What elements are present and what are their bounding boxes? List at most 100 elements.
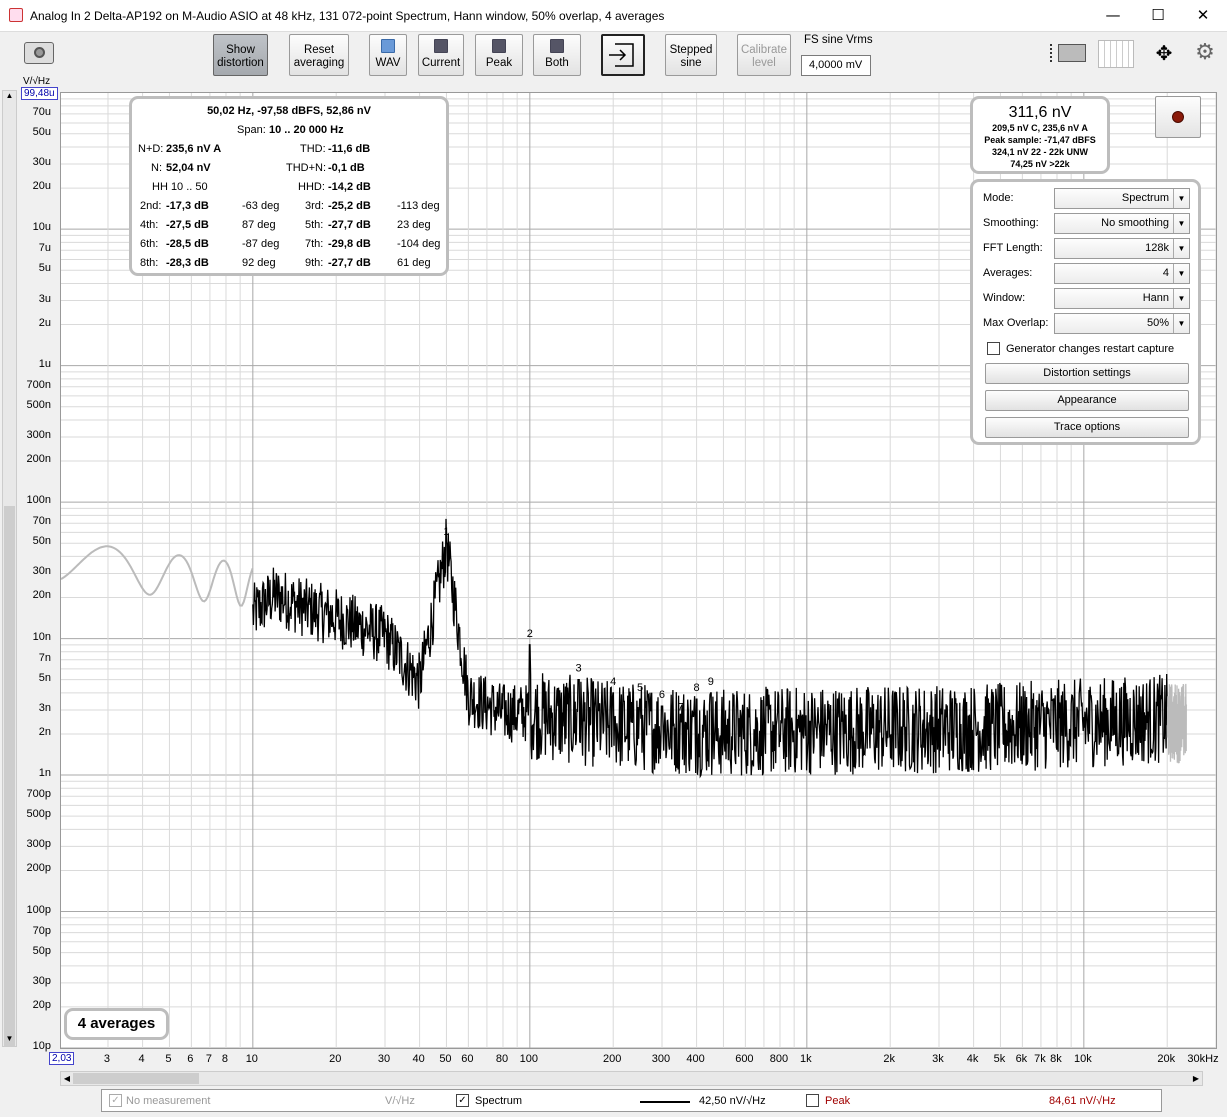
chevron-down-icon[interactable]: ▼ <box>1173 289 1189 308</box>
measurement-line2: Peak sample: -71,47 dBFS <box>984 135 1096 145</box>
generator-restart-label: Generator changes restart capture <box>1006 343 1175 355</box>
save-peak-button[interactable]: Peak <box>475 34 523 76</box>
harmonic-v2: -25,2 dB <box>328 200 371 212</box>
x-tick-label: 400 <box>686 1053 705 1065</box>
setting-label: FFT Length: <box>983 242 1043 254</box>
stepped-sine-button[interactable]: Stepped sine <box>665 34 717 76</box>
chevron-down-icon[interactable]: ▼ <box>1173 239 1189 258</box>
move-arrows-icon[interactable]: ✥ <box>1146 40 1182 68</box>
y-unit-label: V/√Hz <box>23 76 51 87</box>
x-tick-label: 4 <box>138 1053 145 1065</box>
fs-sine-input[interactable]: 4,0000 mV <box>801 55 871 76</box>
record-button[interactable] <box>1155 96 1201 138</box>
setting-dropdown[interactable]: No smoothing ▼ <box>1054 213 1190 234</box>
harmonic-v1: -27,5 dB <box>166 219 209 231</box>
setting-row: Max Overlap: 50% ▼ <box>983 313 1193 334</box>
y-tick-label: 50u <box>32 125 51 138</box>
spectrum-checkbox[interactable]: ✓ <box>456 1094 469 1107</box>
y-tick-label: 2n <box>38 725 51 738</box>
y-tick-label: 700n <box>26 378 51 391</box>
spectrum-line-swatch <box>640 1101 690 1103</box>
setting-row: Window: Hann ▼ <box>983 288 1193 309</box>
maximize-button[interactable]: ☐ <box>1135 0 1181 31</box>
measurement-line1: 209,5 nV C, 235,6 nV A <box>992 123 1088 133</box>
generator-restart-checkbox[interactable] <box>987 342 1000 355</box>
setting-dropdown[interactable]: 4 ▼ <box>1054 263 1190 284</box>
harmonic-p2: 61 deg <box>397 257 431 269</box>
harmonic-l2: 9th: <box>305 257 324 269</box>
no-measurement-checkbox[interactable]: ✓ <box>109 1094 122 1107</box>
setting-dropdown[interactable]: Spectrum ▼ <box>1054 188 1190 209</box>
peak-value: 84,61 nV/√Hz <box>1049 1095 1116 1107</box>
x-tick-label: 3 <box>103 1053 111 1065</box>
y-tick-label: 1n <box>38 767 51 780</box>
chevron-down-icon[interactable]: ▼ <box>1173 214 1189 233</box>
y-top-readout[interactable]: 99,48u <box>21 87 58 100</box>
setting-label: Averages: <box>983 267 1033 279</box>
x-scrollbar[interactable]: ◀ ▶ <box>60 1071 1203 1086</box>
y-scrollbar-thumb[interactable] <box>4 506 15 1046</box>
chevron-down-icon[interactable]: ▼ <box>1173 314 1189 333</box>
show-distortion-button[interactable]: Show distortion <box>213 34 268 76</box>
x-scrollbar-thumb[interactable] <box>73 1073 199 1084</box>
x-tick-label: 600 <box>735 1053 754 1065</box>
reset-averaging-button[interactable]: Reset averaging <box>289 34 349 76</box>
import-button[interactable] <box>601 34 645 76</box>
y-tick-label: 70n <box>32 515 51 528</box>
layout-icon[interactable] <box>1050 40 1088 68</box>
x-tick-label: 1k <box>800 1053 812 1065</box>
save-both-button[interactable]: Both <box>533 34 581 76</box>
thdn-value: -0,1 dB <box>328 162 365 174</box>
x-tick-label: 20k <box>1157 1053 1176 1065</box>
harmonic-l2: 5th: <box>305 219 324 231</box>
harmonic-p1: -87 deg <box>242 238 280 250</box>
y-scrollbar[interactable]: ▲ ▼ <box>2 90 17 1047</box>
folder-icon <box>381 39 395 53</box>
title-bar: Analog In 2 Delta-AP192 on M-Audio ASIO … <box>0 0 1227 32</box>
x-tick-label: 300 <box>651 1053 671 1065</box>
setting-row: Averages: 4 ▼ <box>983 263 1193 284</box>
x-left-readout[interactable]: 2,03 <box>49 1052 75 1065</box>
minimize-button[interactable]: — <box>1090 0 1136 31</box>
y-tick-label: 700p <box>26 788 51 801</box>
wav-button[interactable]: WAV <box>369 34 407 76</box>
y-tick-label: 7n <box>38 651 51 664</box>
no-measurement-unit: V/√Hz <box>385 1095 415 1107</box>
gear-icon[interactable]: ⚙ <box>1192 40 1218 68</box>
setting-dropdown[interactable]: 50% ▼ <box>1054 313 1190 334</box>
appearance-button[interactable]: Appearance <box>985 390 1189 411</box>
harmonic-marker: 6 <box>659 689 665 701</box>
y-tick-label: 300n <box>26 428 51 441</box>
close-button[interactable]: ✕ <box>1180 0 1226 31</box>
record-icon <box>1172 111 1184 123</box>
save-current-button[interactable]: Current <box>418 34 464 76</box>
harmonic-marker: 7 <box>677 701 683 713</box>
columns-icon[interactable] <box>1098 40 1134 68</box>
y-tick-label: 100p <box>26 903 51 916</box>
thd-label: THD: <box>300 143 326 155</box>
peak-checkbox[interactable] <box>806 1094 819 1107</box>
harmonic-p2: 23 deg <box>397 219 431 231</box>
chevron-down-icon[interactable]: ▼ <box>1173 264 1189 283</box>
x-tick-label: 200 <box>603 1053 622 1065</box>
harmonic-p1: 92 deg <box>242 257 276 269</box>
harmonic-p1: -63 deg <box>242 200 280 212</box>
harmonic-l1: 4th: <box>140 219 159 231</box>
harmonic-marker: 3 <box>576 663 582 675</box>
setting-dropdown[interactable]: Hann ▼ <box>1054 288 1190 309</box>
distortion-panel: 50,02 Hz, -97,58 dBFS, 52,86 nV Span: 10… <box>129 96 449 276</box>
trace-options-button[interactable]: Trace options <box>985 417 1189 438</box>
thdn-label: THD+N: <box>286 162 327 174</box>
calibrate-level-button[interactable]: Calibrate level <box>737 34 791 76</box>
camera-icon[interactable] <box>24 42 54 64</box>
setting-row: FFT Length: 128k ▼ <box>983 238 1193 259</box>
chevron-down-icon[interactable]: ▼ <box>1173 189 1189 208</box>
x-tick-label: 7 <box>205 1053 212 1065</box>
y-tick-label: 50p <box>32 944 51 957</box>
x-tick-label: 5 <box>165 1053 172 1065</box>
distortion-settings-button[interactable]: Distortion settings <box>985 363 1189 384</box>
setting-dropdown[interactable]: 128k ▼ <box>1054 238 1190 259</box>
setting-row: Mode: Spectrum ▼ <box>983 188 1193 209</box>
x-tick-label: 50 <box>439 1053 452 1065</box>
no-measurement-label: No measurement <box>126 1095 211 1107</box>
